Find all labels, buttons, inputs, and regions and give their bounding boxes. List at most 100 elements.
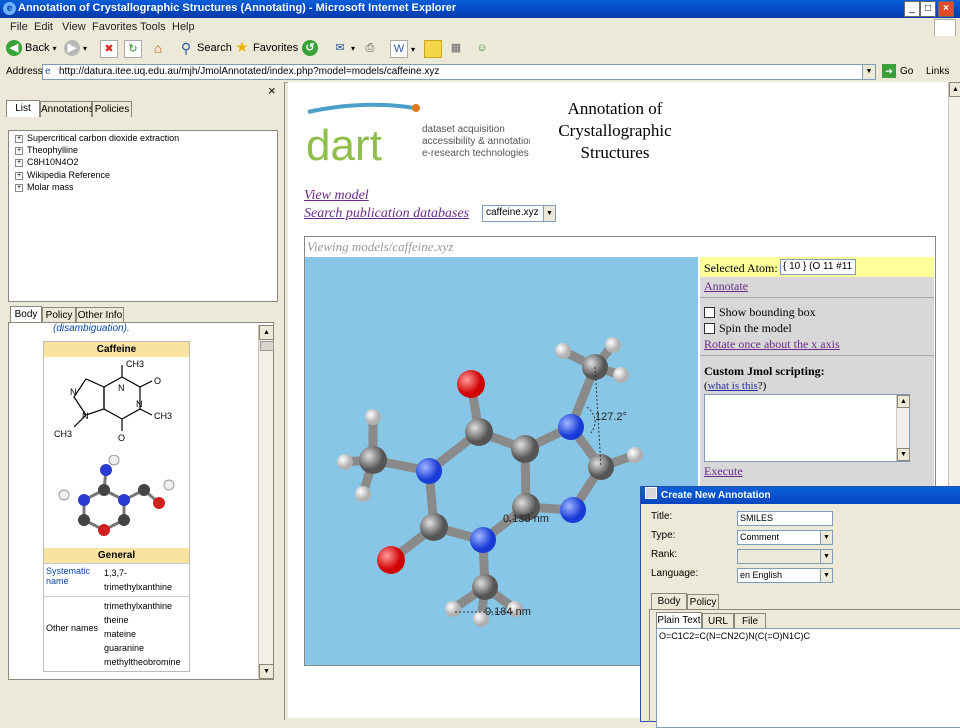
rotate-link[interactable]: Rotate once about the x axis xyxy=(704,337,840,352)
maximize-button[interactable]: □ xyxy=(920,1,936,17)
spin-option[interactable]: Spin the model xyxy=(704,321,792,336)
rank-select[interactable]: ▼ xyxy=(737,549,833,564)
model-select[interactable]: caffeine.xyz ▼ xyxy=(482,205,556,222)
go-button[interactable]: Go xyxy=(900,66,913,77)
page-title-line: Crystallographic xyxy=(558,121,672,140)
back-label: Back xyxy=(25,42,50,54)
structural-formula-image: CH3 O CH3 O CH3 N N N N xyxy=(54,359,172,443)
stop-icon: ✖ xyxy=(100,40,118,58)
print-button[interactable]: ⎙ xyxy=(362,40,378,56)
scroll-up-icon[interactable]: ▲ xyxy=(259,325,274,340)
infobox-key[interactable]: Systematic name xyxy=(44,564,102,596)
body-textarea[interactable]: O=C1C2=C(N=CN2C)N(C(=O)N1C)C xyxy=(656,628,960,728)
infobox-row: Systematic name 1,3,7-trimethylxanthine xyxy=(44,563,189,596)
go-arrow-icon[interactable]: ➔ xyxy=(882,64,896,78)
expand-icon[interactable]: + xyxy=(15,183,23,192)
disambiguation-link[interactable]: (disambiguation). xyxy=(53,323,130,334)
tab-policy[interactable]: Policy xyxy=(42,307,76,323)
search-publications-link[interactable]: Search publication databases xyxy=(304,206,469,222)
tab-policies[interactable]: Policies xyxy=(92,101,132,117)
favorites-button[interactable]: ★ Favorites xyxy=(234,40,298,56)
stop-button[interactable]: ✖ xyxy=(100,40,118,58)
view-model-link[interactable]: View model xyxy=(304,188,369,204)
scroll-down-icon[interactable]: ▼ xyxy=(897,448,910,461)
home-button[interactable]: ⌂ xyxy=(150,40,166,56)
tree-item[interactable]: + Theophylline xyxy=(15,145,78,155)
chevron-down-icon[interactable]: ▼ xyxy=(820,550,832,563)
research-button[interactable]: ▦ xyxy=(448,40,464,56)
panel-close-icon[interactable]: × xyxy=(268,83,276,98)
dialog-tab-policy[interactable]: Policy xyxy=(687,594,719,610)
mail-button[interactable]: ✉ ▾ xyxy=(332,40,355,56)
what-is-this-link[interactable]: what is this xyxy=(708,380,758,392)
search-button[interactable]: ⚲ Search xyxy=(178,40,232,56)
dialog-body-pane: Plain Text URL File O=C1C2=C(N=CN2C)N(C(… xyxy=(649,609,960,728)
chevron-down-icon[interactable]: ▼ xyxy=(820,569,832,582)
expand-icon[interactable]: + xyxy=(15,134,23,143)
history-button[interactable]: ↺ xyxy=(302,40,318,56)
menu-edit[interactable]: Edit xyxy=(34,21,53,33)
subtab-file[interactable]: File xyxy=(734,613,766,629)
checkbox-icon[interactable] xyxy=(704,307,715,318)
type-select[interactable]: Comment ▼ xyxy=(737,530,833,545)
refresh-button[interactable]: ↻ xyxy=(124,40,142,58)
menu-view[interactable]: View xyxy=(62,21,86,33)
minimize-button[interactable]: _ xyxy=(904,1,920,17)
menu-help[interactable]: Help xyxy=(172,21,195,33)
scroll-up-icon[interactable]: ▲ xyxy=(897,395,910,408)
research-icon: ▦ xyxy=(450,42,462,54)
script-textarea[interactable]: ▲ ▼ xyxy=(704,394,910,462)
tree-item-label: Theophylline xyxy=(27,145,79,155)
window-titlebar[interactable]: e Annotation of Crystallographic Structu… xyxy=(0,0,960,18)
ch3-label: CH3 xyxy=(126,359,144,369)
selected-atom-field[interactable]: { 10 } (O 11 #11 xyxy=(780,259,856,275)
tab-body[interactable]: Body xyxy=(10,306,42,323)
subtab-plain-text[interactable]: Plain Text xyxy=(656,612,702,629)
title-input[interactable]: SMILES xyxy=(737,511,833,526)
address-input[interactable]: e http://datura.itee.uq.edu.au/mjh/JmolA… xyxy=(42,64,876,80)
tab-annotations[interactable]: Annotations xyxy=(40,101,94,117)
subtab-url[interactable]: URL xyxy=(702,613,734,629)
tree-item[interactable]: + Molar mass xyxy=(15,182,74,192)
scroll-up-icon[interactable]: ▲ xyxy=(949,82,960,97)
infobox-title: Caffeine xyxy=(44,342,189,357)
notes-button[interactable] xyxy=(424,40,442,58)
menu-favorites[interactable]: Favorites xyxy=(92,21,137,33)
tree-item[interactable]: + Wikipedia Reference xyxy=(15,170,110,180)
links-button[interactable]: Links xyxy=(926,66,949,77)
edit-button[interactable]: W ▾ xyxy=(390,40,415,58)
menu-file[interactable]: File xyxy=(10,21,28,33)
language-select[interactable]: en English ▼ xyxy=(737,568,833,583)
close-button[interactable]: × xyxy=(938,1,954,17)
back-button[interactable]: ◀ Back ▾ xyxy=(6,40,56,56)
menu-tools[interactable]: Tools xyxy=(140,21,166,33)
tab-list[interactable]: List xyxy=(6,100,40,117)
messenger-button[interactable]: ☺ xyxy=(474,40,490,56)
type-field-label: Type: xyxy=(651,530,676,541)
checkbox-icon[interactable] xyxy=(704,323,715,334)
annotate-link[interactable]: Annotate xyxy=(704,279,748,294)
custom-scripting-title: Custom Jmol scripting: xyxy=(704,364,825,378)
forward-button[interactable]: ▶ ▾ xyxy=(64,40,87,56)
address-dropdown-icon[interactable]: ▼ xyxy=(862,65,875,79)
tab-other-info[interactable]: Other Info xyxy=(76,307,124,323)
expand-icon[interactable]: + xyxy=(15,158,23,167)
dialog-titlebar[interactable]: Create New Annotation xyxy=(641,487,960,504)
show-bbox-option[interactable]: Show bounding box xyxy=(704,305,816,320)
tree-item[interactable]: + Supercritical carbon dioxide extraction xyxy=(15,133,179,143)
scroll-thumb[interactable] xyxy=(260,341,274,351)
page-title-line: Annotation of xyxy=(567,99,663,118)
expand-icon[interactable]: + xyxy=(15,146,23,155)
tree-item[interactable]: + C8H10N4O2 xyxy=(15,157,79,167)
wikipedia-content: (disambiguation). Caffeine CH3 O CH3 O C… xyxy=(8,322,274,680)
scroll-down-icon[interactable]: ▼ xyxy=(259,664,274,679)
ch3-label: CH3 xyxy=(54,429,72,439)
expand-icon[interactable]: + xyxy=(15,171,23,180)
textarea-scrollbar[interactable]: ▲ ▼ xyxy=(896,395,910,461)
address-url: http://datura.itee.uq.edu.au/mjh/JmolAnn… xyxy=(59,66,440,77)
wiki-scrollbar[interactable]: ▲ ▼ xyxy=(258,325,274,679)
dialog-tab-body[interactable]: Body xyxy=(651,593,687,610)
chevron-down-icon[interactable]: ▼ xyxy=(543,206,555,221)
execute-link[interactable]: Execute xyxy=(704,464,743,479)
chevron-down-icon[interactable]: ▼ xyxy=(820,531,832,544)
